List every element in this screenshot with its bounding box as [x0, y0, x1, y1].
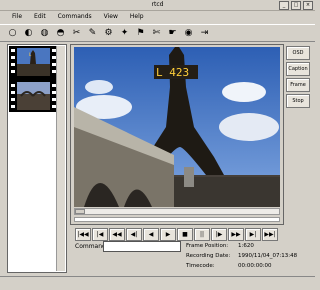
title-bar: rtcd _ □ × — [0, 0, 315, 11]
timeline-bar[interactable] — [74, 217, 280, 222]
exit-icon[interactable]: ⇥ — [198, 27, 211, 40]
open-icon[interactable]: ◐ — [22, 27, 35, 40]
copy-icon[interactable]: ✂ — [70, 27, 83, 40]
pause-button[interactable]: || — [194, 228, 210, 241]
settings-icon[interactable]: ⚙ — [102, 27, 115, 40]
osd-overlay: L 423 — [156, 66, 189, 79]
thumbnail-scrollbar[interactable] — [56, 46, 65, 271]
thumbnail-list: L — [7, 44, 67, 273]
film-strip: L — [9, 46, 57, 112]
recording-date-label: Recording Date: — [186, 253, 231, 259]
timecode-label: Timecode: — [186, 263, 215, 269]
hand-icon[interactable]: ☛ — [166, 27, 179, 40]
menu-help[interactable]: Help — [124, 11, 150, 23]
thumbnail-2[interactable] — [17, 82, 50, 110]
side-panel: OSD Caption Frame Stop — [286, 46, 310, 108]
prev-clip-button[interactable]: |◀ — [92, 228, 108, 241]
command-label: Command — [75, 243, 106, 250]
scissors-icon[interactable]: ✄ — [150, 27, 163, 40]
video-viewer: L 423 — [70, 44, 284, 225]
tool-icon[interactable]: ✦ — [118, 27, 131, 40]
next-clip-button[interactable]: ▶| — [245, 228, 261, 241]
viewer-scrollbar[interactable] — [74, 208, 280, 215]
close-button[interactable]: × — [303, 1, 313, 10]
timecode-value: 00:00:00:00 — [238, 263, 272, 269]
frame-position-label: Frame Position: — [186, 243, 229, 249]
step-back-button[interactable]: ◀| — [126, 228, 142, 241]
frame-button[interactable]: Frame — [286, 78, 310, 92]
caption-button[interactable]: Caption — [286, 62, 310, 76]
burn-icon[interactable]: ◉ — [182, 27, 195, 40]
play-button[interactable]: ▶ — [160, 228, 176, 241]
toolbar: ○ ◐ ◍ ◓ ✂ ✎ ⚙ ✦ ⚑ ✄ ☛ ◉ ⇥ — [0, 24, 315, 42]
rewind-button[interactable]: ◀◀ — [109, 228, 125, 241]
info-panel: Frame Position: 1:620 Recording Date: 1990… — [186, 241, 297, 271]
cut-icon[interactable]: ◓ — [54, 27, 67, 40]
frame-position-value: 1:620 — [238, 243, 254, 249]
minimize-button[interactable]: _ — [279, 1, 289, 10]
reverse-play-button[interactable]: ◀ — [143, 228, 159, 241]
status-bar — [0, 276, 315, 290]
first-frame-button[interactable]: |◀◀ — [75, 228, 91, 241]
menu-edit[interactable]: Edit — [28, 11, 52, 23]
last-frame-button[interactable]: ▶▶| — [262, 228, 278, 241]
transport-controls: |◀◀ |◀ ◀◀ ◀| ◀ ▶ ■ || |▶ ▶▶ ▶| ▶▶| — [75, 228, 278, 241]
menu-file[interactable]: File — [6, 11, 28, 23]
stop-button[interactable]: Stop — [286, 94, 310, 108]
paste-icon[interactable]: ✎ — [86, 27, 99, 40]
new-icon[interactable]: ○ — [6, 27, 19, 40]
osd-button[interactable]: OSD — [286, 46, 310, 60]
camera-icon[interactable]: ⚑ — [134, 27, 147, 40]
recording-date-value: 1990/11/04_07:13:48 — [238, 253, 298, 259]
command-input[interactable] — [103, 241, 181, 252]
thumbnail-1[interactable]: L — [17, 48, 50, 76]
step-forward-button[interactable]: |▶ — [211, 228, 227, 241]
menu-bar: File Edit Commands View Help — [0, 11, 315, 23]
app-window: rtcd _ □ × File Edit Commands View Help … — [0, 0, 315, 290]
window-title: rtcd — [151, 1, 164, 8]
maximize-button[interactable]: □ — [291, 1, 301, 10]
fast-forward-button[interactable]: ▶▶ — [228, 228, 244, 241]
save-icon[interactable]: ◍ — [38, 27, 51, 40]
menu-commands[interactable]: Commands — [52, 11, 98, 23]
video-frame: L 423 — [74, 47, 280, 207]
stop-playback-button[interactable]: ■ — [177, 228, 193, 241]
menu-view[interactable]: View — [98, 11, 124, 23]
